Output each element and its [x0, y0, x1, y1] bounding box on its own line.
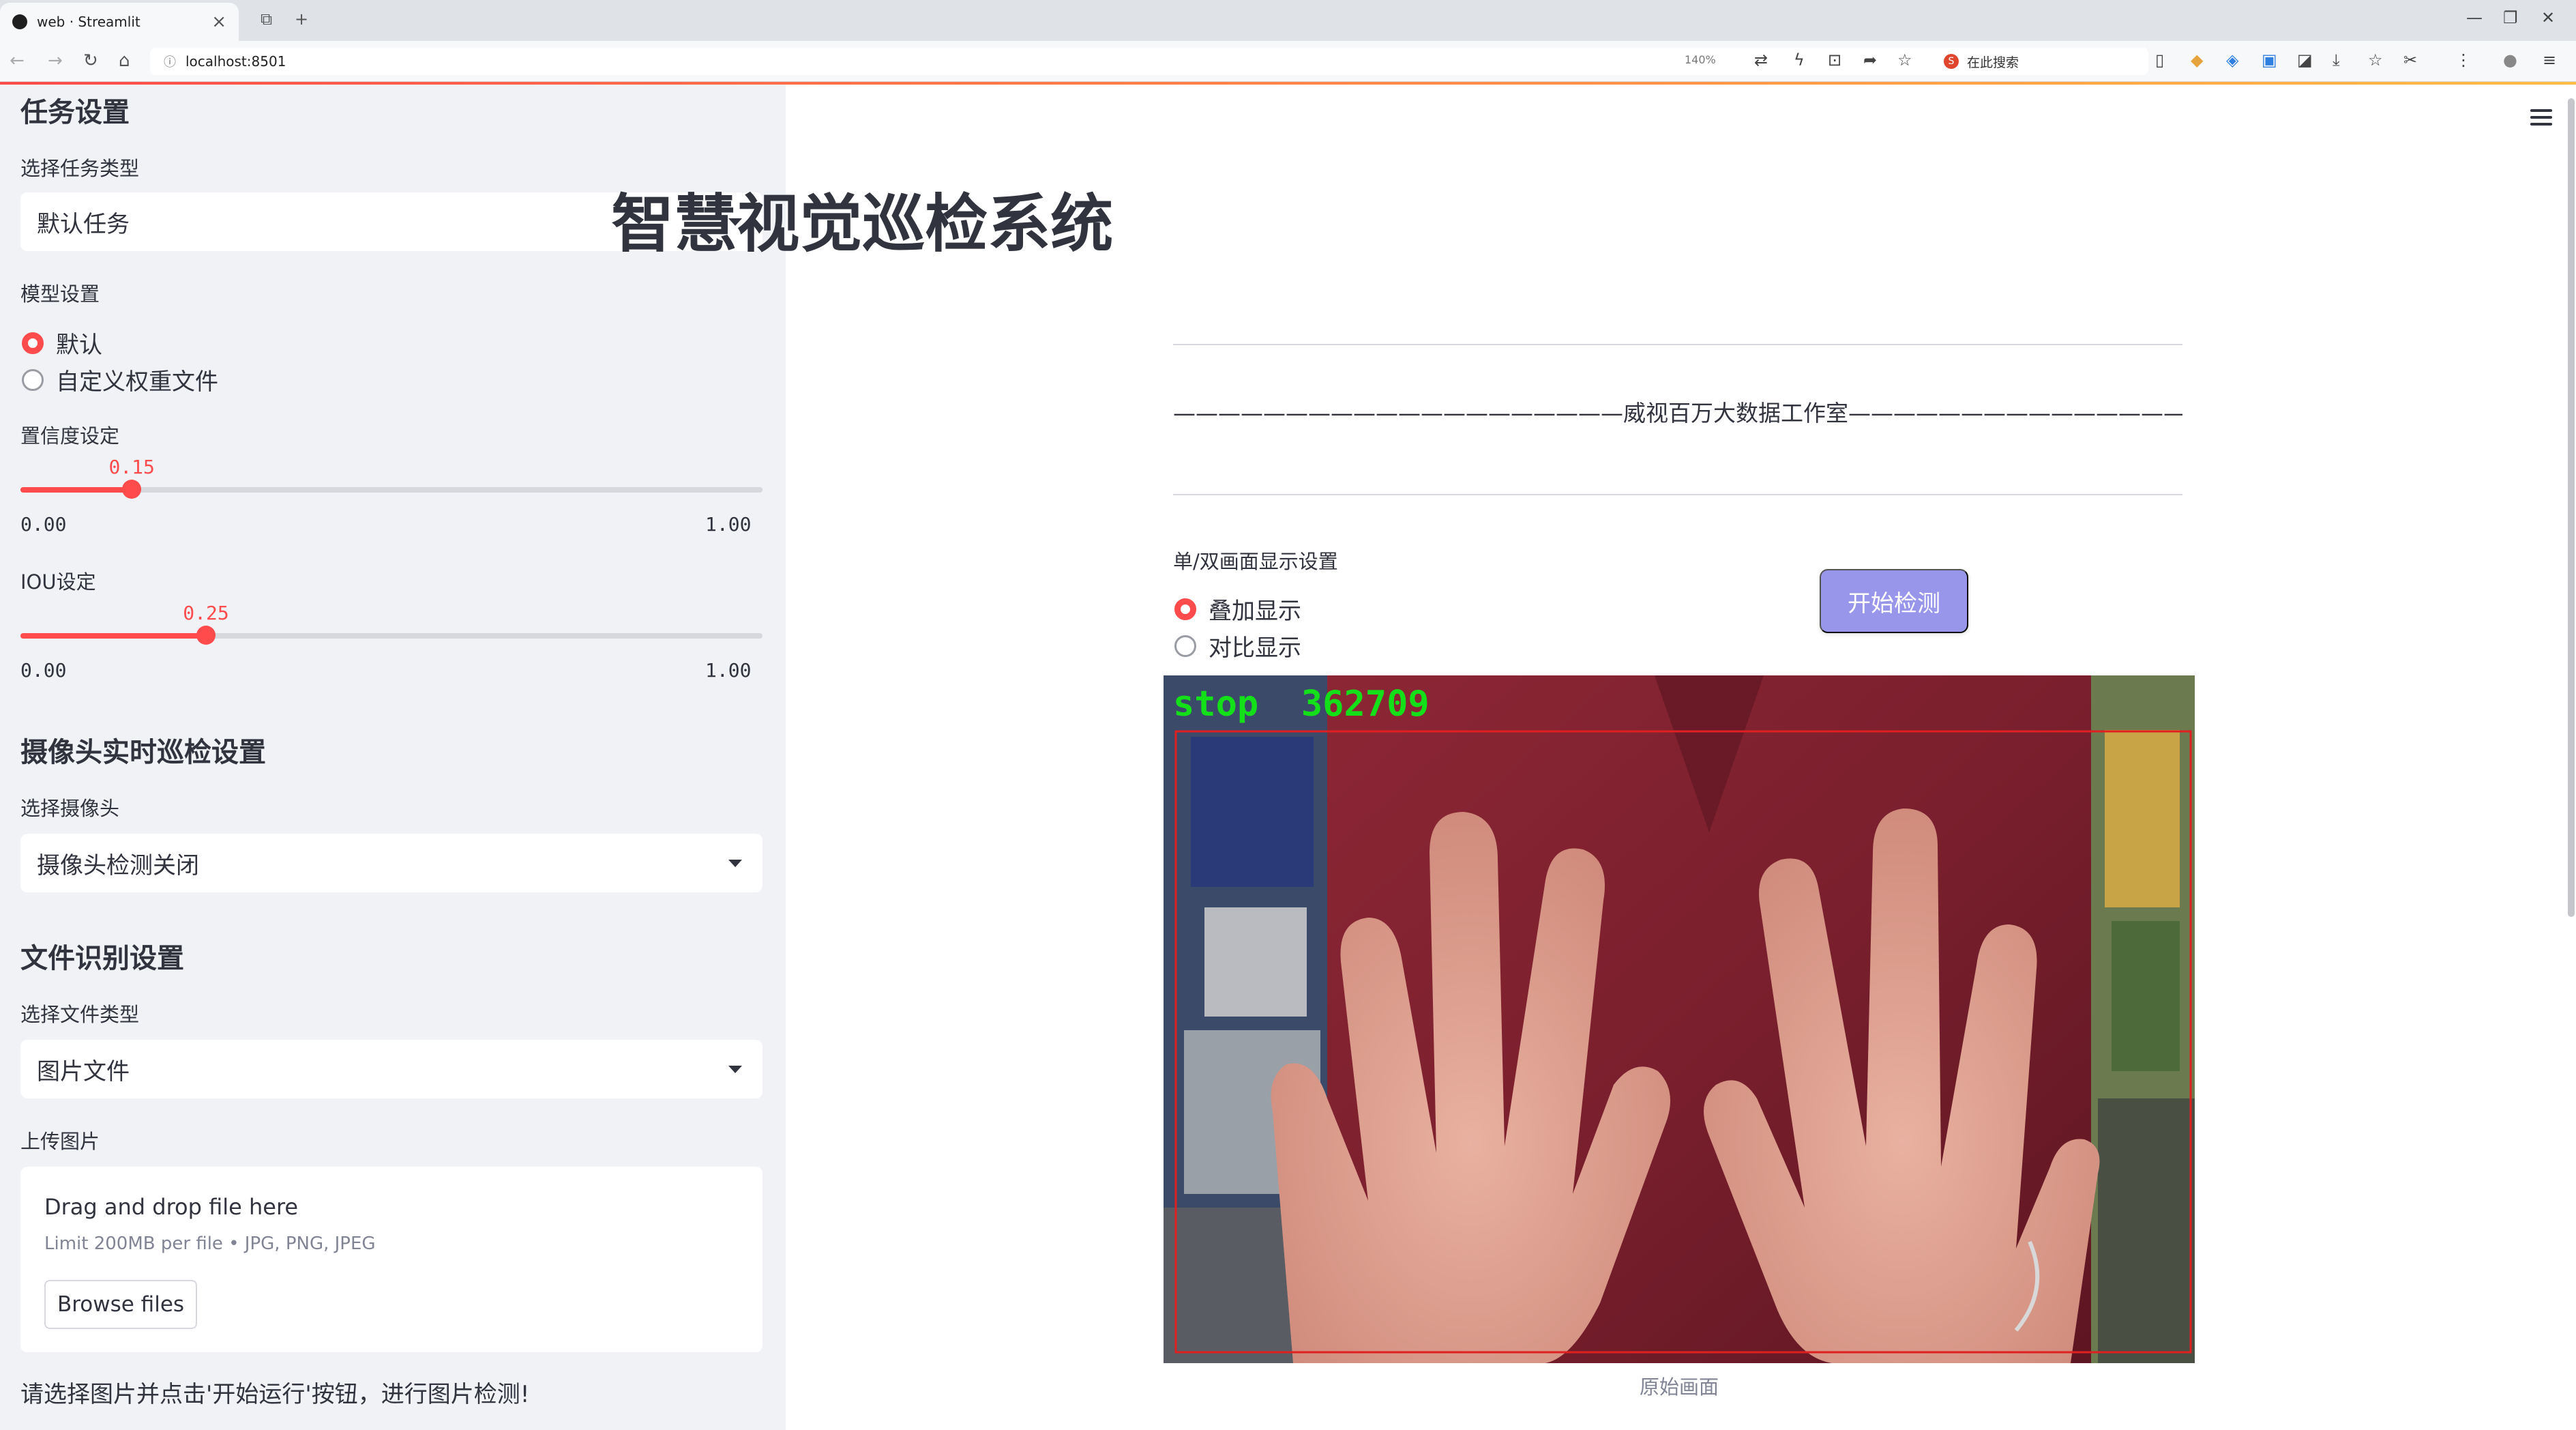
file-type-value: 图片文件: [37, 1057, 130, 1085]
search-engine-icon: S: [1944, 54, 1959, 69]
back-icon[interactable]: ←: [10, 50, 25, 71]
detection-label: stop 362709: [1173, 684, 1430, 725]
search-placeholder: 在此搜索: [1967, 55, 2019, 70]
detection-photo: [1164, 675, 2195, 1363]
confidence-min: 0.00: [20, 513, 67, 536]
confidence-slider-thumb[interactable]: [122, 480, 142, 499]
streamlit-favicon-icon: [12, 14, 27, 29]
window-close-icon[interactable]: ✕: [2541, 8, 2555, 27]
camera-select[interactable]: 摄像头检测关闭: [20, 834, 763, 892]
extension-b-icon[interactable]: ◈: [2226, 50, 2238, 70]
scissors-icon[interactable]: ✂: [2403, 50, 2417, 70]
bolt-icon[interactable]: ϟ: [1794, 50, 1805, 70]
browser-tab[interactable]: web · Streamlit ×: [0, 3, 239, 41]
page-title: 智慧视觉巡检系统: [611, 188, 1114, 261]
file-settings-heading: 文件识别设置: [20, 943, 184, 974]
radio-unchecked-icon: [22, 368, 44, 391]
divider-top: [1173, 344, 2182, 345]
minimize-icon[interactable]: —: [2466, 8, 2483, 27]
download-icon[interactable]: ⤓: [2333, 50, 2340, 70]
forward-icon[interactable]: →: [48, 50, 63, 71]
model-option-custom[interactable]: 自定义权重文件: [22, 363, 218, 396]
display-mode-label: 单/双画面显示设置: [1173, 550, 1338, 573]
iou-min: 0.00: [20, 659, 67, 682]
phone-icon[interactable]: ▯: [2155, 50, 2164, 70]
extension-c-icon[interactable]: ▣: [2262, 50, 2277, 70]
main-content: 智慧视觉巡检系统 ————————————————————威视百万大数据工作室—…: [611, 85, 2576, 1430]
camera-select-value: 摄像头检测关闭: [37, 851, 199, 879]
confidence-slider-fill: [20, 487, 132, 493]
profile-avatar-icon[interactable]: ●: [2503, 50, 2517, 70]
url-text: localhost:8501: [186, 53, 286, 70]
dropzone-limit: Limit 200MB per file • JPG, PNG, JPEG: [44, 1234, 376, 1254]
file-type-label: 选择文件类型: [20, 1003, 140, 1026]
display-option-overlay[interactable]: 叠加显示: [1174, 592, 1301, 626]
page-scrollbar[interactable]: [2568, 98, 2575, 917]
task-settings-heading: 任务设置: [20, 97, 130, 128]
iou-slider-thumb[interactable]: [196, 626, 216, 645]
upload-label: 上传图片: [20, 1130, 100, 1153]
share-icon[interactable]: ➦: [1863, 50, 1877, 70]
chevron-down-icon: [728, 1065, 742, 1073]
url-field[interactable]: ⓘ localhost:8501: [150, 48, 2148, 75]
zoom-level[interactable]: 140%: [1685, 53, 1716, 66]
model-option-label: 默认: [56, 332, 102, 359]
display-option-label: 叠加显示: [1209, 598, 1301, 625]
chevron-down-icon: [728, 859, 742, 867]
camera-select-label: 选择摄像头: [20, 797, 120, 820]
sidebar-instruction: 请选择图片并点击'开始运行'按钮，进行图片检测!: [20, 1381, 530, 1408]
iou-slider-fill: [20, 633, 206, 639]
confidence-label: 置信度设定: [20, 424, 120, 448]
confidence-max: 1.00: [705, 513, 752, 536]
extension-a-icon[interactable]: ◆: [2191, 50, 2203, 70]
extension-d-icon[interactable]: ◪: [2297, 50, 2313, 70]
browser-address-bar: ← → ↻ ⌂ ⓘ localhost:8501 140% ⇄ ϟ ⊡ ➦ ☆ …: [0, 41, 2576, 82]
page-subtitle: ————————————————————威视百万大数据工作室——————————…: [1173, 400, 2182, 426]
home-icon[interactable]: ⌂: [119, 50, 130, 71]
image-caption: 原始画面: [1639, 1375, 1719, 1399]
iou-slider[interactable]: [20, 626, 763, 645]
browse-files-button[interactable]: Browse files: [44, 1280, 197, 1329]
radio-checked-icon: [22, 332, 44, 354]
display-option-label: 对比显示: [1209, 634, 1301, 662]
confidence-value: 0.15: [108, 456, 155, 478]
detection-image: stop 362709: [1164, 675, 2195, 1363]
file-type-select[interactable]: 图片文件: [20, 1040, 763, 1098]
restore-icon[interactable]: ❐: [2503, 8, 2518, 27]
confidence-slider[interactable]: [20, 480, 763, 499]
iou-label: IOU设定: [20, 570, 96, 594]
dropzone-title: Drag and drop file here: [44, 1194, 299, 1220]
camera-settings-heading: 摄像头实时巡检设置: [20, 737, 266, 768]
more-vertical-icon[interactable]: ⋮: [2455, 50, 2472, 70]
start-detection-button[interactable]: 开始检测: [1820, 569, 1968, 633]
model-option-label: 自定义权重文件: [56, 368, 218, 396]
radio-checked-icon: [1174, 598, 1196, 620]
model-settings-label: 模型设置: [20, 282, 100, 306]
screenshot-icon[interactable]: ⊡: [1828, 50, 1841, 70]
new-tab-icon[interactable]: +: [295, 10, 308, 29]
iou-value: 0.25: [183, 602, 229, 624]
tab-title: web · Streamlit: [37, 14, 140, 30]
tab-close-icon[interactable]: ×: [211, 12, 226, 32]
radio-unchecked-icon: [1174, 634, 1196, 657]
display-option-compare[interactable]: 对比显示: [1174, 629, 1301, 662]
divider-bottom: [1173, 494, 2182, 495]
browser-menu-icon[interactable]: ≡: [2543, 50, 2556, 70]
model-option-default[interactable]: 默认: [22, 326, 102, 360]
site-info-icon[interactable]: ⓘ: [164, 53, 176, 70]
main-menu-icon[interactable]: [2530, 109, 2552, 130]
tab-group-icon[interactable]: ⧉: [261, 10, 272, 29]
translate-icon[interactable]: ⇄: [1754, 50, 1768, 70]
favorite-star-icon[interactable]: ☆: [1897, 50, 1912, 70]
reload-icon[interactable]: ↻: [83, 50, 98, 71]
iou-max: 1.00: [705, 659, 752, 682]
browser-tab-bar: web · Streamlit × ⧉ + — ❐ ✕: [0, 0, 2576, 41]
browser-search-box[interactable]: S 在此搜索: [1937, 49, 2142, 74]
bookmark-star-icon[interactable]: ☆: [2368, 50, 2383, 70]
file-dropzone[interactable]: Drag and drop file here Limit 200MB per …: [20, 1167, 763, 1352]
